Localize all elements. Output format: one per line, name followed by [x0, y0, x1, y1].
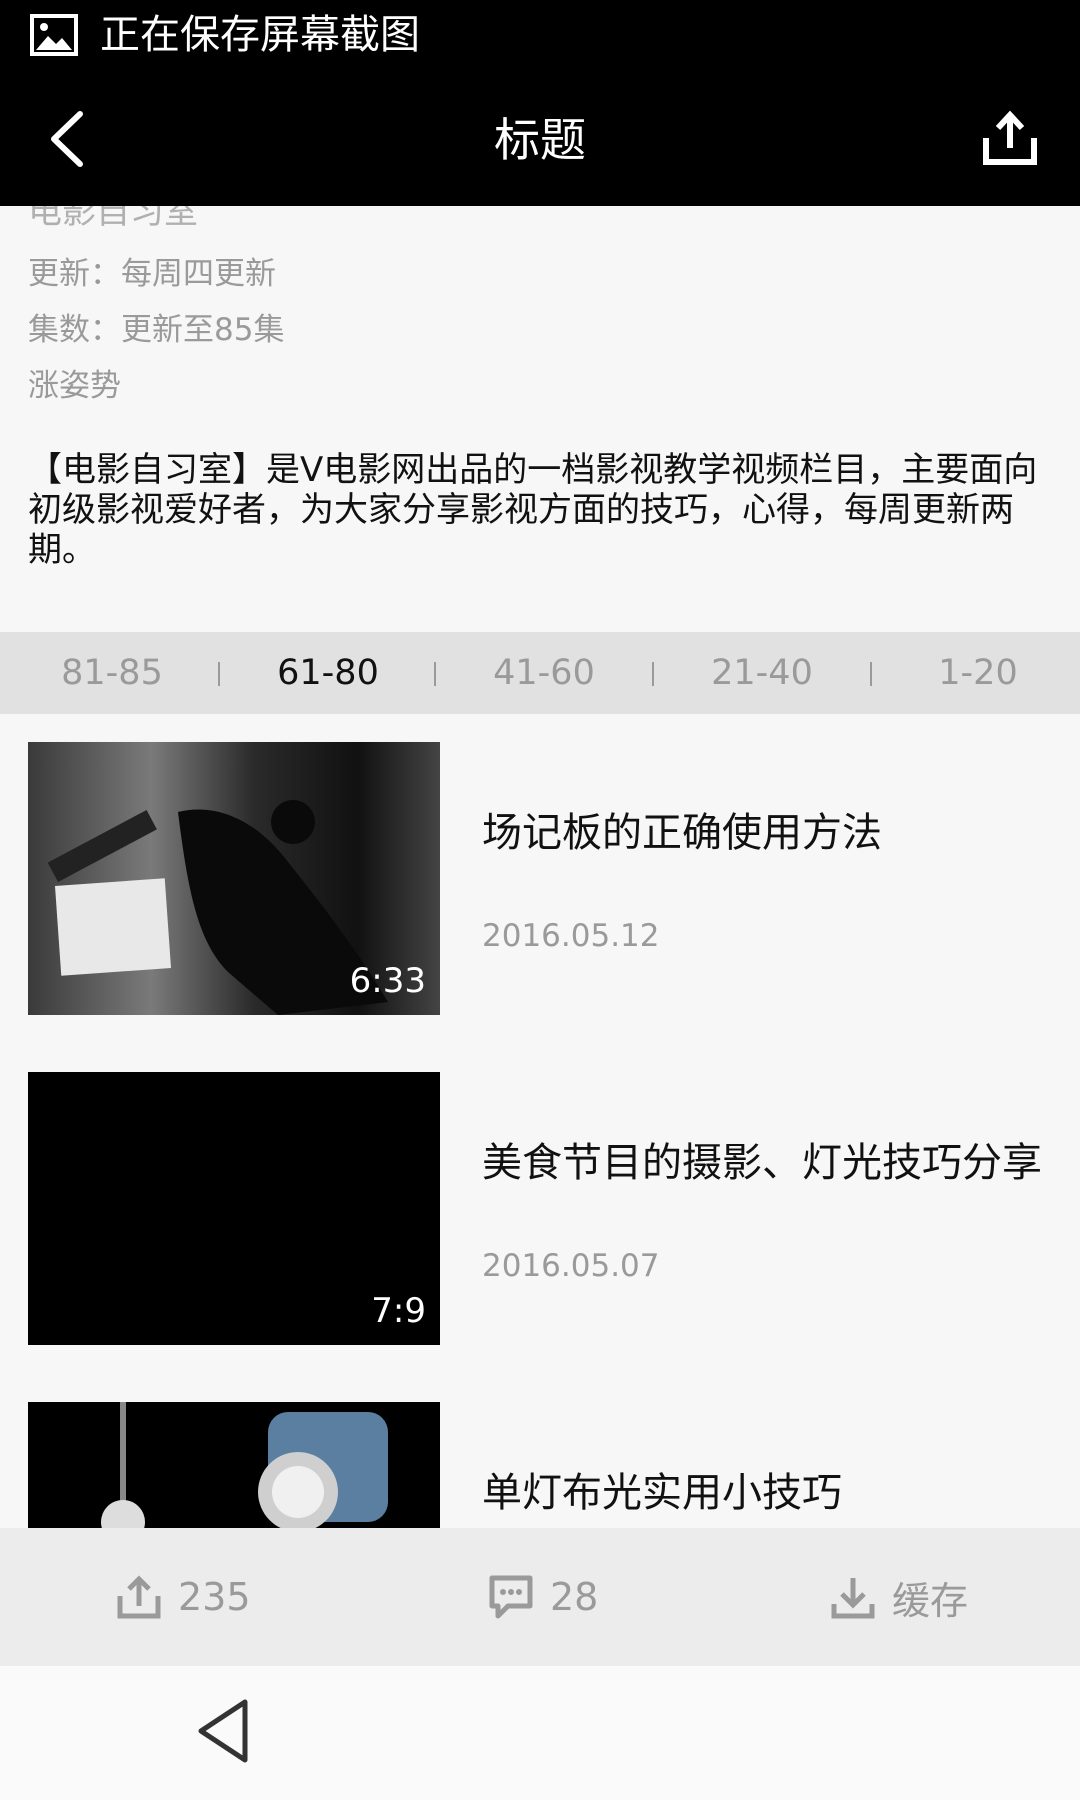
video-date: 2016.05.07 [482, 1248, 660, 1284]
content-area[interactable]: 电影自习室 更新：每周四更新 集数：更新至85集 涨姿势 【电影自习室】是V电影… [0, 206, 1080, 1528]
share-button[interactable]: 235 [116, 1528, 251, 1666]
video-list-item[interactable]: 7:9 美食节目的摄影、灯光技巧分享 2016.05.07 [0, 1072, 1080, 1372]
show-description: 【电影自习室】是V电影网出品的一档影视教学视频栏目，主要面向初级影视爱好者，为大… [28, 450, 1038, 570]
share-icon[interactable] [980, 108, 1040, 168]
video-list-item[interactable]: 6:33 场记板的正确使用方法 2016.05.12 [0, 742, 1080, 1042]
tab-41-60[interactable]: 41-60 [464, 632, 624, 714]
nav-back-icon[interactable] [195, 1698, 251, 1764]
update-schedule: 更新：每周四更新 [28, 256, 276, 292]
download-label: 缓存 [892, 1578, 969, 1623]
download-icon [831, 1578, 875, 1619]
tab-61-80[interactable]: 61-80 [248, 632, 408, 714]
tab-divider [434, 662, 436, 686]
tab-21-40[interactable]: 21-40 [682, 632, 842, 714]
tab-divider [652, 662, 654, 686]
download-button[interactable]: 缓存 [830, 1528, 968, 1666]
app-bar: 标题 [0, 72, 1080, 206]
video-duration: 6:33 [349, 961, 426, 1001]
comment-icon [489, 1575, 533, 1619]
share-icon [117, 1575, 161, 1619]
video-thumbnail[interactable] [28, 1402, 440, 1528]
status-bar: 正在保存屏幕截图 [0, 0, 1080, 72]
video-duration: 7:9 [371, 1291, 426, 1331]
video-thumbnail[interactable]: 7:9 [28, 1072, 440, 1345]
tab-1-20[interactable]: 1-20 [898, 632, 1058, 714]
comment-button[interactable]: 28 [488, 1528, 598, 1666]
studio-light-image [101, 1402, 388, 1528]
video-title[interactable]: 场记板的正确使用方法 [482, 808, 882, 858]
video-list-item[interactable]: 单灯布光实用小技巧 [0, 1402, 1080, 1528]
bottom-action-bar: 235 28 缓存 [0, 1528, 1080, 1666]
comment-count: 28 [550, 1575, 599, 1619]
episode-count: 集数：更新至85集 [28, 312, 285, 348]
status-text: 正在保存屏幕截图 [100, 12, 420, 58]
system-nav-bar [0, 1666, 1080, 1800]
tab-divider [218, 662, 220, 686]
tab-81-85[interactable]: 81-85 [32, 632, 192, 714]
video-title[interactable]: 美食节目的摄影、灯光技巧分享 [482, 1138, 1042, 1188]
page-title: 标题 [494, 113, 586, 167]
video-thumbnail[interactable]: 6:33 [28, 742, 440, 1015]
video-date: 2016.05.12 [482, 918, 660, 954]
tab-divider [870, 662, 872, 686]
episode-tabs: 81-85 61-80 41-60 21-40 1-20 [0, 632, 1080, 714]
image-icon [30, 14, 78, 56]
video-title[interactable]: 单灯布光实用小技巧 [482, 1468, 842, 1518]
share-count: 235 [178, 1575, 251, 1619]
show-subtitle: 涨姿势 [28, 368, 121, 404]
show-name: 电影自习室 [28, 206, 198, 232]
